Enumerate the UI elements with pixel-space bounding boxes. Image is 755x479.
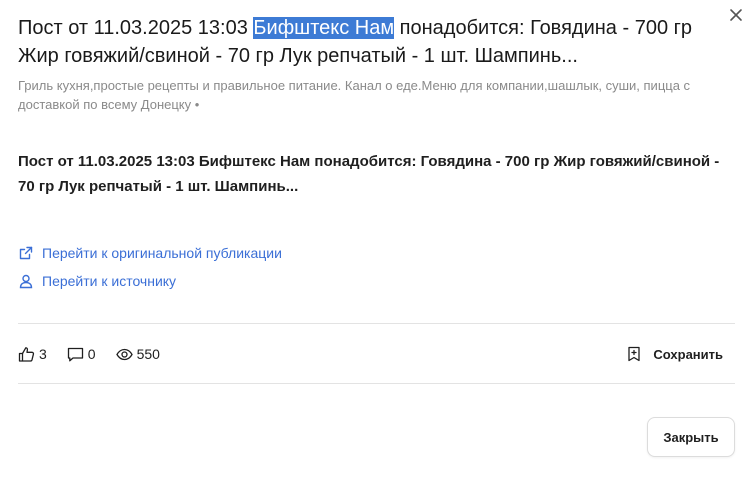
comment-button[interactable]: 0 xyxy=(67,346,96,363)
source-link[interactable]: Перейти к источнику xyxy=(18,271,176,291)
source-label: Перейти к источнику xyxy=(42,273,177,289)
close-button[interactable]: Закрыть xyxy=(647,417,735,457)
post-stats: 3 0 550 xyxy=(18,344,180,364)
views-count: 550 xyxy=(136,346,160,362)
title-highlight: Бифштекс Нам xyxy=(253,17,395,39)
comment-count: 0 xyxy=(87,346,96,362)
post-title: Пост от 11.03.2025 13:03 Бифштекс Нам по… xyxy=(18,14,730,70)
user-icon xyxy=(18,273,34,289)
title-prefix: Пост от 11.03.2025 13:03 xyxy=(18,17,254,39)
original-publication-link[interactable]: Перейти к оригинальной публикации xyxy=(18,243,282,263)
original-publication-label: Перейти к оригинальной публикации xyxy=(42,245,282,261)
post-body: Пост от 11.03.2025 13:03 Бифштекс Нам по… xyxy=(18,153,720,195)
save-label: Сохранить xyxy=(653,346,723,362)
divider xyxy=(18,323,735,324)
like-count: 3 xyxy=(39,346,47,362)
external-link-icon xyxy=(18,245,34,261)
eye-icon xyxy=(115,346,133,363)
like-button[interactable]: 3 xyxy=(18,346,47,363)
divider xyxy=(18,383,735,384)
comment-icon xyxy=(67,346,84,363)
channel-description: Гриль кухня,простые рецепты и правильное… xyxy=(18,78,691,112)
views-stat: 550 xyxy=(115,346,160,363)
thumbs-up-icon xyxy=(18,346,35,363)
save-button[interactable]: Сохранить xyxy=(627,344,723,364)
bookmark-icon xyxy=(627,346,641,362)
